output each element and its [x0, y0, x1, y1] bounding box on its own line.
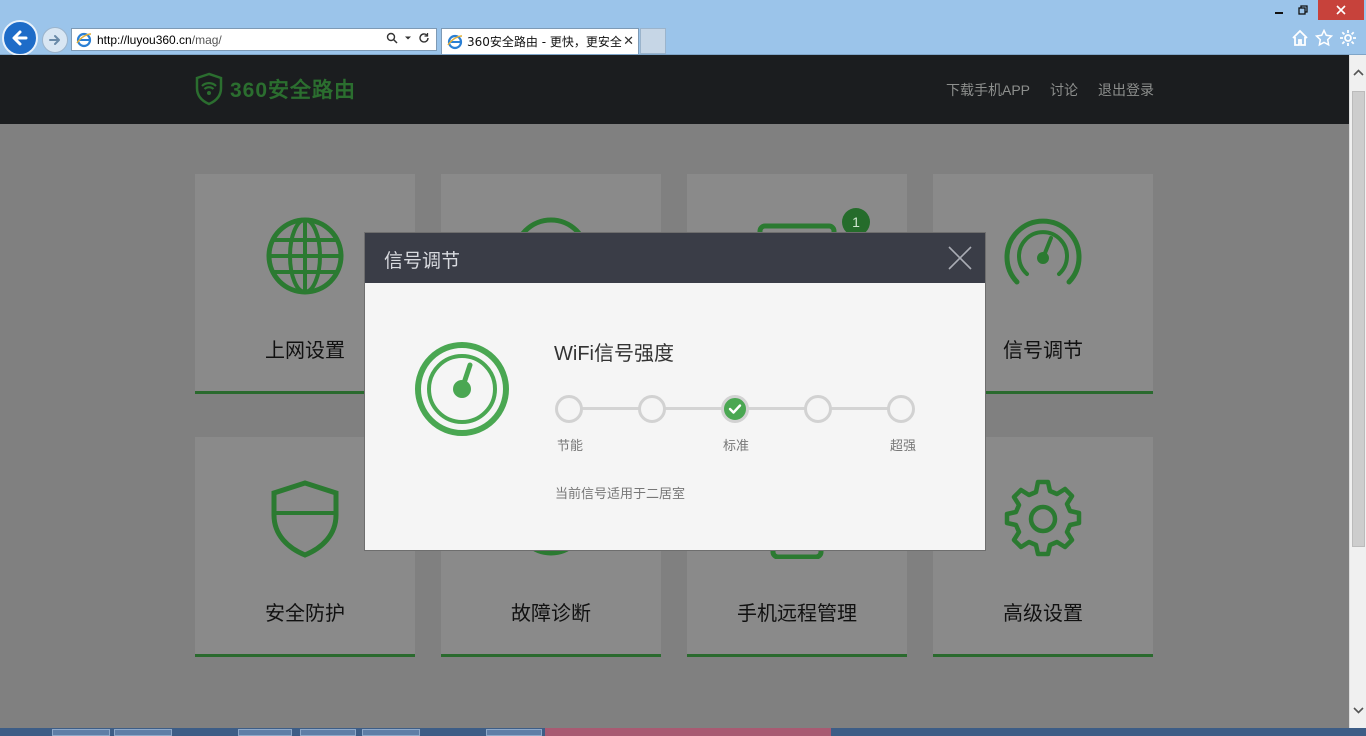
slider-step-1[interactable]: [555, 395, 583, 423]
minimize-icon: [1275, 12, 1283, 14]
shield-wifi-logo-icon: [195, 72, 223, 106]
home-icon[interactable]: [1291, 29, 1309, 47]
tile-label: 手机远程管理: [737, 603, 857, 625]
signal-strength-slider[interactable]: [555, 394, 917, 424]
arrow-right-icon: [49, 35, 60, 45]
wifi-strength-heading: WiFi信号强度: [554, 343, 674, 365]
scroll-up-icon[interactable]: [1350, 65, 1366, 81]
nav-discuss[interactable]: 讨论: [1050, 80, 1078, 100]
site-header: 360安全路由 下载手机APP 讨论 退出登录: [0, 55, 1349, 124]
chevron-down-icon[interactable]: [404, 34, 412, 42]
browser-chrome: http://luyou360.cn/mag/ 360安全路由 - 更快，更安全…: [0, 0, 1366, 56]
level-label-eco: 节能: [557, 438, 584, 453]
taskbar-item-explorer[interactable]: [114, 729, 172, 736]
back-button[interactable]: [2, 20, 38, 56]
scrollbar-thumb[interactable]: [1352, 91, 1365, 547]
tile-label: 故障诊断: [511, 603, 591, 625]
gear-icon: [1004, 479, 1082, 557]
signal-gauge-icon: [415, 342, 509, 436]
nav-logout[interactable]: 退出登录: [1098, 80, 1154, 100]
nav-download-app[interactable]: 下载手机APP: [946, 80, 1030, 100]
forward-button[interactable]: [42, 27, 68, 53]
address-bar[interactable]: http://luyou360.cn/mag/: [71, 28, 437, 51]
settings-gear-icon[interactable]: [1339, 29, 1357, 47]
tab-title: 360安全路由 - 更快，更安全: [467, 35, 622, 49]
header-nav: 下载手机APP 讨论 退出登录: [946, 80, 1154, 100]
close-icon: [1336, 5, 1346, 15]
tile-label: 安全防护: [265, 603, 345, 625]
taskbar-item-ie[interactable]: [52, 729, 110, 736]
speed-gauge-icon: [1004, 218, 1082, 285]
logo-text: 360安全路由: [230, 79, 357, 102]
scroll-down-icon[interactable]: [1350, 702, 1366, 718]
vertical-scrollbar[interactable]: [1349, 55, 1366, 728]
new-tab-button[interactable]: [640, 28, 666, 54]
minimize-button[interactable]: [1268, 0, 1290, 20]
slider-step-2[interactable]: [638, 395, 666, 423]
url-host: http://luyou360.cn: [97, 32, 192, 47]
taskbar-highlight: [545, 728, 831, 736]
dialog-title: 信号调节: [384, 251, 461, 272]
slider-step-5[interactable]: [887, 395, 915, 423]
tab-close-button[interactable]: ✕: [623, 34, 634, 49]
arrow-left-icon: [12, 30, 28, 46]
globe-icon: [266, 217, 344, 295]
url-path: /mag/: [191, 32, 222, 47]
ie-icon: [76, 32, 92, 47]
tab-active[interactable]: 360安全路由 - 更快，更安全 ✕: [441, 28, 639, 54]
taskbar-item-app-6[interactable]: [486, 729, 542, 736]
slider-step-3[interactable]: [721, 395, 749, 423]
site-logo[interactable]: 360安全路由: [194, 72, 356, 106]
level-label-super: 超强: [890, 438, 917, 453]
search-icon[interactable]: [386, 32, 398, 44]
restore-button[interactable]: [1292, 0, 1314, 20]
shield-icon: [271, 480, 339, 558]
notification-badge: 1: [842, 208, 870, 236]
check-icon: [728, 404, 742, 414]
signal-hint: 当前信号适用于二居室: [555, 486, 686, 501]
close-icon[interactable]: [947, 245, 973, 271]
taskbar-item-app-3[interactable]: [238, 729, 292, 736]
level-label-standard: 标准: [723, 438, 750, 453]
close-button[interactable]: [1318, 0, 1364, 20]
restore-icon: [1298, 5, 1308, 15]
slider-step-4[interactable]: [804, 395, 832, 423]
taskbar-item-app-4[interactable]: [300, 729, 356, 736]
taskbar: [0, 728, 1366, 736]
refresh-icon[interactable]: [418, 32, 430, 44]
dialog-header: 信号调节: [365, 233, 985, 283]
page-viewport: 360安全路由 下载手机APP 讨论 退出登录 上网设置 信号调节 安全防护 故…: [0, 55, 1349, 728]
taskbar-item-app-5[interactable]: [362, 729, 420, 736]
favorites-star-icon[interactable]: [1315, 29, 1333, 47]
tile-label: 高级设置: [1003, 603, 1083, 625]
signal-adjust-dialog: 信号调节 WiFi信号强度 节能 标准 超强 当前信号适用于二居室: [365, 233, 985, 550]
ie-icon: [447, 34, 463, 49]
